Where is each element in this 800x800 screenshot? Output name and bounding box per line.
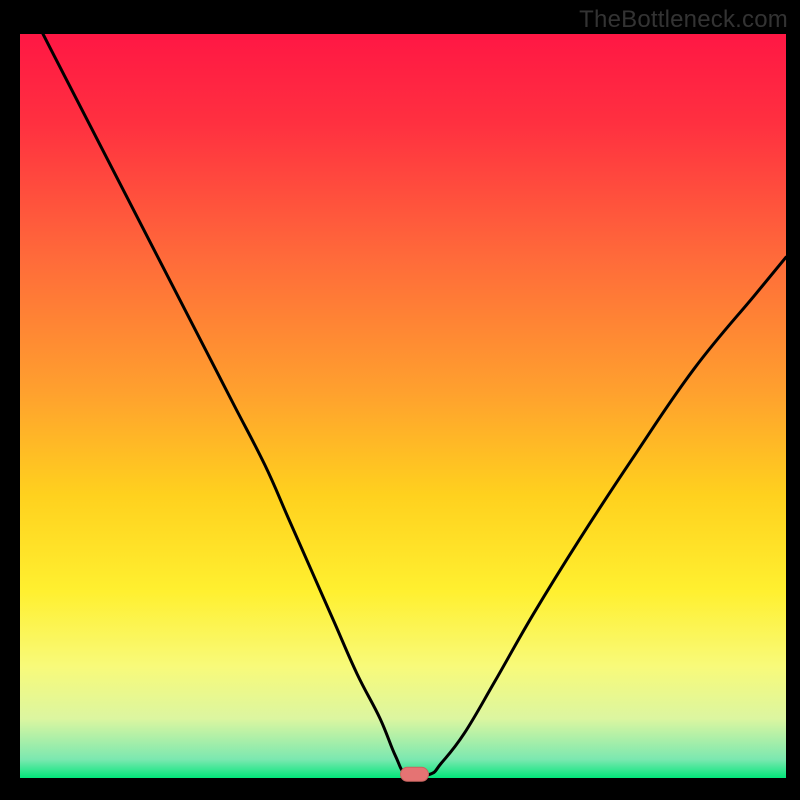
chart-svg xyxy=(0,0,800,800)
minimum-marker xyxy=(400,767,428,781)
watermark-text: TheBottleneck.com xyxy=(579,6,788,34)
chart-area: TheBottleneck.com xyxy=(0,0,800,800)
plot-background xyxy=(20,34,786,778)
